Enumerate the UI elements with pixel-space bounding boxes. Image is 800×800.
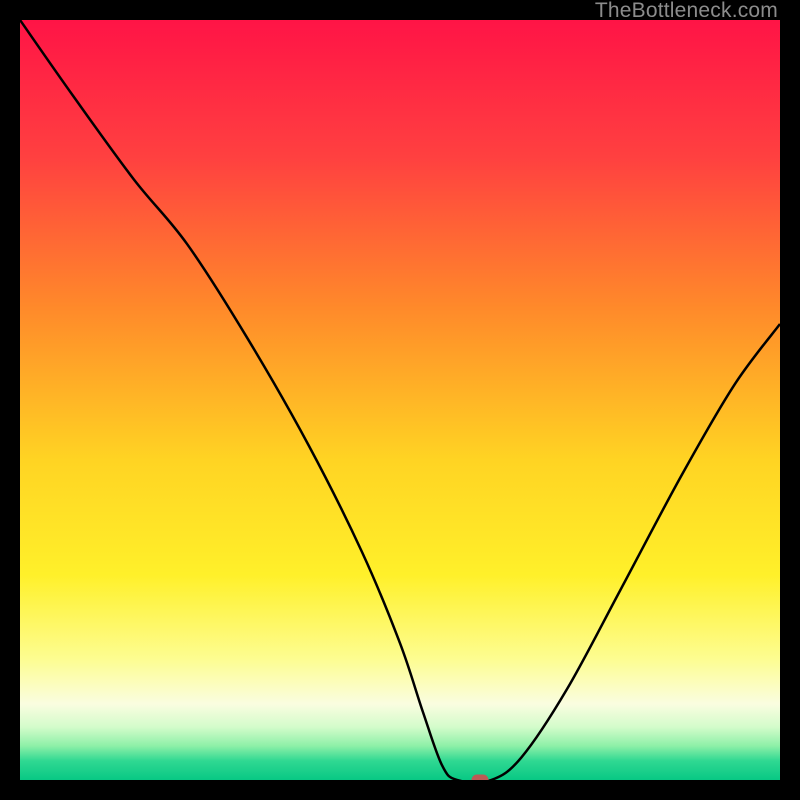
curve-path — [20, 20, 780, 780]
chart-frame: TheBottleneck.com — [0, 0, 800, 800]
optimum-marker — [471, 775, 488, 781]
bottleneck-curve — [20, 20, 780, 780]
watermark-label: TheBottleneck.com — [595, 0, 778, 22]
plot-area — [20, 20, 780, 780]
